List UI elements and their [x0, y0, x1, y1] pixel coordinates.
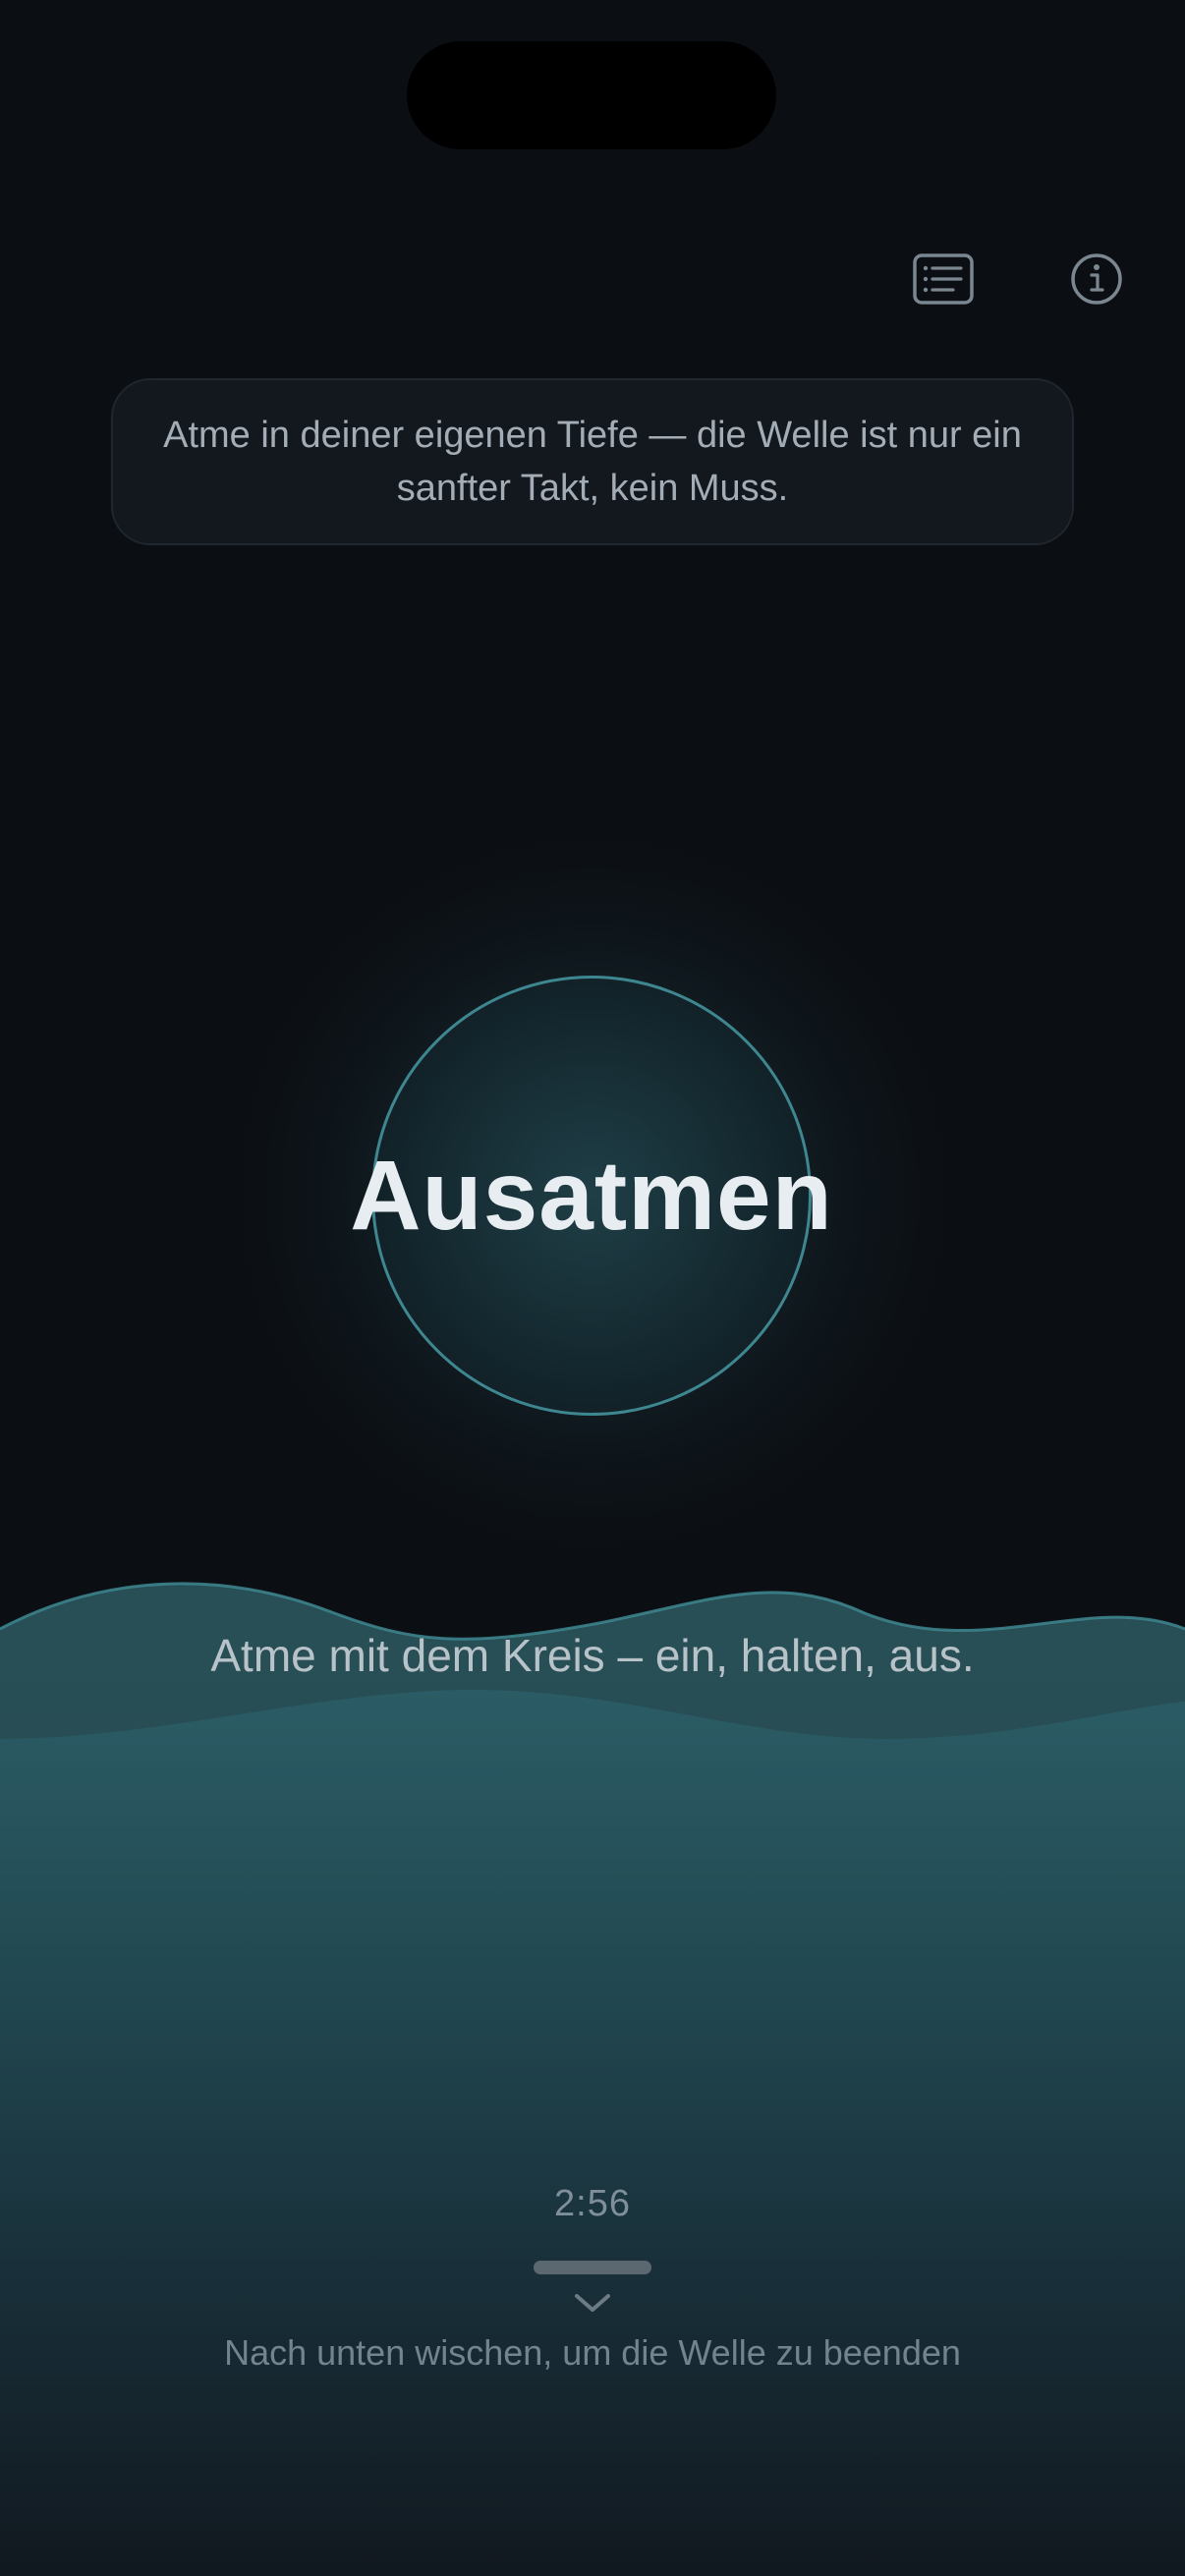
- info-icon: [1071, 253, 1122, 305]
- hint-text: Atme in deiner eigenen Tiefe — die Welle…: [163, 415, 1022, 509]
- swipe-handle[interactable]: [534, 2261, 651, 2274]
- list-icon: [913, 253, 974, 305]
- swipe-to-end-hint: Nach unten wischen, um die Welle zu been…: [224, 2332, 961, 2373]
- list-button[interactable]: [904, 240, 983, 318]
- breathing-screen: Atme in deiner eigenen Tiefe — die Welle…: [0, 0, 1185, 2576]
- chevron-down-icon: [575, 2294, 610, 2312]
- wave-area: [0, 1582, 1185, 2576]
- breath-circle: Ausatmen: [350, 976, 832, 1416]
- info-button[interactable]: [1057, 240, 1136, 318]
- breathing-instruction: Atme mit dem Kreis – ein, halten, aus.: [210, 1630, 975, 1681]
- session-timer: 2:56: [554, 2183, 631, 2224]
- breath-phase-label: Ausatmen: [350, 1140, 833, 1251]
- hint-card: Atme in deiner eigenen Tiefe — die Welle…: [111, 378, 1074, 545]
- dynamic-island: [407, 41, 776, 149]
